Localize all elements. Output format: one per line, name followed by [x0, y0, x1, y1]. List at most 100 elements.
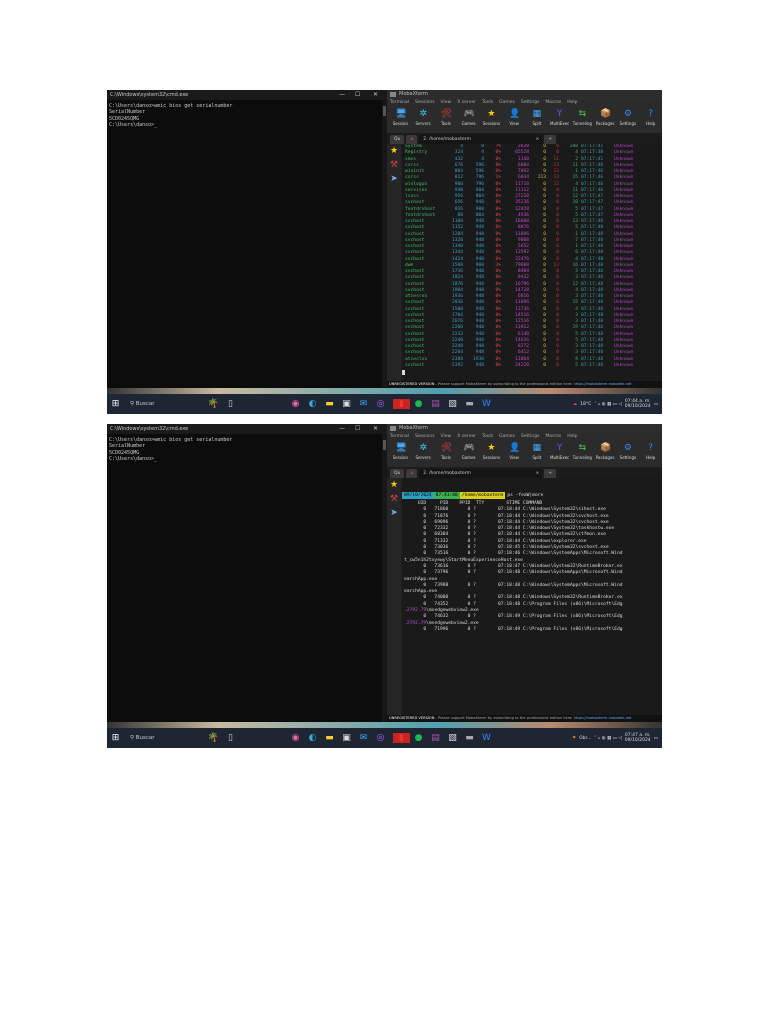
- mobaxterm-window[interactable]: MobaXterm Terminal Sessions View X server Too…: [387, 424, 662, 728]
- home-tab[interactable]: ⌂: [406, 469, 418, 478]
- cmd-window[interactable]: C:\Windows\system32\cmd.exe — ☐ ✕ C:\Users\d…: [107, 424, 388, 728]
- store-icon[interactable]: ▣: [338, 399, 355, 409]
- menu-macros[interactable]: Macros: [545, 433, 561, 440]
- menu-settings[interactable]: Settings: [521, 99, 539, 106]
- explorer-icon[interactable]: ▬: [321, 399, 338, 409]
- mobaxterm-window[interactable]: MobaXterm Terminal Sessions View X server Too…: [387, 90, 662, 394]
- new-tab-button[interactable]: +: [544, 135, 557, 144]
- menu-tools[interactable]: Tools: [482, 99, 493, 106]
- word-icon[interactable]: W: [478, 399, 495, 409]
- toolbar-help[interactable]: ? Help: [639, 106, 662, 133]
- star-icon[interactable]: ★: [387, 144, 401, 158]
- toolbar-sessions[interactable]: ★ Sessions: [480, 440, 503, 467]
- new-tab-button[interactable]: +: [544, 469, 557, 478]
- quick-connect[interactable]: Qu: [390, 135, 405, 144]
- toolbar-multiexec[interactable]: Y MultiExec: [548, 440, 571, 467]
- menu-help[interactable]: Help: [567, 99, 577, 106]
- edge-icon[interactable]: ◐: [304, 399, 321, 409]
- copilot-icon[interactable]: ◉: [287, 733, 304, 743]
- terminal-icon[interactable]: ▬: [461, 399, 478, 409]
- menu-terminal[interactable]: Terminal: [390, 99, 409, 106]
- menu-sessions[interactable]: Sessions: [415, 99, 435, 106]
- toolbar-servers[interactable]: ✲ Servers: [412, 440, 435, 467]
- widgets-icon[interactable]: 🌴: [205, 733, 222, 743]
- menu-games[interactable]: Games: [499, 433, 515, 440]
- copilot-icon[interactable]: ◉: [287, 399, 304, 409]
- toolbar-view[interactable]: 👤 View: [503, 440, 526, 467]
- toolbar-tunneling[interactable]: ⇆ Tunneling: [571, 106, 594, 133]
- toolbar-tools[interactable]: 🛠 Tools: [435, 440, 458, 467]
- taskview-icon[interactable]: ▯: [222, 399, 239, 409]
- terminal-output[interactable]: System 4 0 7% 2620 0 0 200 07:17:41 Unknown Regist…: [402, 144, 662, 381]
- toolbar-split[interactable]: ▦ Split: [526, 440, 549, 467]
- app-icon[interactable]: ▮: [393, 733, 410, 743]
- toolbar-sessions[interactable]: ★ Sessions: [480, 106, 503, 133]
- tab-close-icon[interactable]: ×: [535, 135, 539, 144]
- toolbar-view[interactable]: 👤 View: [503, 106, 526, 133]
- winrar-icon[interactable]: ▤: [427, 733, 444, 743]
- toolbar-packages[interactable]: 📦 Packages: [594, 440, 617, 467]
- app-icon[interactable]: ▮: [393, 399, 410, 409]
- send-icon[interactable]: ➤: [387, 172, 401, 186]
- snip-icon[interactable]: ▧: [444, 399, 461, 409]
- widgets-icon[interactable]: 🌴: [205, 399, 222, 409]
- mail-icon[interactable]: ✉: [355, 399, 372, 409]
- menu-view[interactable]: View: [441, 99, 452, 106]
- cortana-icon[interactable]: ◎: [372, 733, 389, 743]
- mail-icon[interactable]: ✉: [355, 733, 372, 743]
- menu-macros[interactable]: Macros: [545, 99, 561, 106]
- menu-terminal[interactable]: Terminal: [390, 433, 409, 440]
- minimize-button[interactable]: —: [339, 90, 345, 100]
- toolbar-split[interactable]: ▦ Split: [526, 106, 549, 133]
- scrollbar-thumb[interactable]: [383, 106, 386, 116]
- start-icon[interactable]: ⊞: [107, 733, 124, 743]
- maximize-button[interactable]: ☐: [355, 424, 360, 434]
- terminal-output[interactable]: 09/10/2024 07:41:08/home/mobaxterm ps -fea…: [402, 478, 662, 715]
- toolbar-session[interactable]: 🖥 Session: [389, 440, 412, 467]
- toolbar-games[interactable]: 🎮 Games: [457, 440, 480, 467]
- toolbar-servers[interactable]: ✲ Servers: [412, 106, 435, 133]
- spotify-icon[interactable]: ●: [410, 399, 427, 409]
- tray-icons[interactable]: ˄ ▵ ◍ ▦ ▭ ◁: [594, 402, 622, 407]
- menu-x-server[interactable]: X server: [457, 99, 476, 106]
- winrar-icon[interactable]: ▤: [427, 399, 444, 409]
- menu-view[interactable]: View: [441, 433, 452, 440]
- weather-icon[interactable]: ⚑: [572, 736, 576, 741]
- toolbar-help[interactable]: ? Help: [639, 440, 662, 467]
- terminal-tab[interactable]: 2. /home/mobaxterm ×: [419, 135, 543, 144]
- send-icon[interactable]: ➤: [387, 506, 401, 520]
- snip-icon[interactable]: ▧: [444, 733, 461, 743]
- menu-games[interactable]: Games: [499, 99, 515, 106]
- explorer-icon[interactable]: ▬: [321, 733, 338, 743]
- terminal-tab[interactable]: 2. /home/mobaxterm ×: [419, 469, 543, 478]
- weather-text[interactable]: Obr...: [579, 736, 591, 741]
- tab-close-icon[interactable]: ×: [535, 469, 539, 478]
- toolbar-games[interactable]: 🎮 Games: [457, 106, 480, 133]
- tools-icon[interactable]: ⚒: [387, 492, 401, 506]
- menu-x-server[interactable]: X server: [457, 433, 476, 440]
- edge-icon[interactable]: ◐: [304, 733, 321, 743]
- close-button[interactable]: ✕: [373, 90, 378, 100]
- toolbar-tunneling[interactable]: ⇆ Tunneling: [571, 440, 594, 467]
- notification-icon[interactable]: ▭: [654, 736, 658, 741]
- menu-sessions[interactable]: Sessions: [415, 433, 435, 440]
- toolbar-multiexec[interactable]: Y MultiExec: [548, 106, 571, 133]
- spotify-icon[interactable]: ●: [410, 733, 427, 743]
- tray-icons[interactable]: ˄ ▵ ◍ ▦ ▭ ◁: [594, 736, 622, 741]
- toolbar-settings[interactable]: ⚙ Settings: [617, 440, 640, 467]
- toolbar-session[interactable]: 🖥 Session: [389, 106, 412, 133]
- minimize-button[interactable]: —: [339, 424, 345, 434]
- taskbar-search[interactable]: ⚲ Buscar: [124, 394, 205, 414]
- start-icon[interactable]: ⊞: [107, 399, 124, 409]
- home-tab[interactable]: ⌂: [406, 135, 418, 144]
- quick-connect[interactable]: Qu: [390, 469, 405, 478]
- star-icon[interactable]: ★: [387, 478, 401, 492]
- toolbar-packages[interactable]: 📦 Packages: [594, 106, 617, 133]
- clock[interactable]: 07:44 a. m. 09/10/2024: [625, 399, 651, 410]
- menu-tools[interactable]: Tools: [482, 433, 493, 440]
- tools-icon[interactable]: ⚒: [387, 158, 401, 172]
- clock[interactable]: 07:47 a. m. 09/10/2024: [625, 733, 651, 744]
- store-icon[interactable]: ▣: [338, 733, 355, 743]
- toolbar-settings[interactable]: ⚙ Settings: [617, 106, 640, 133]
- taskview-icon[interactable]: ▯: [222, 733, 239, 743]
